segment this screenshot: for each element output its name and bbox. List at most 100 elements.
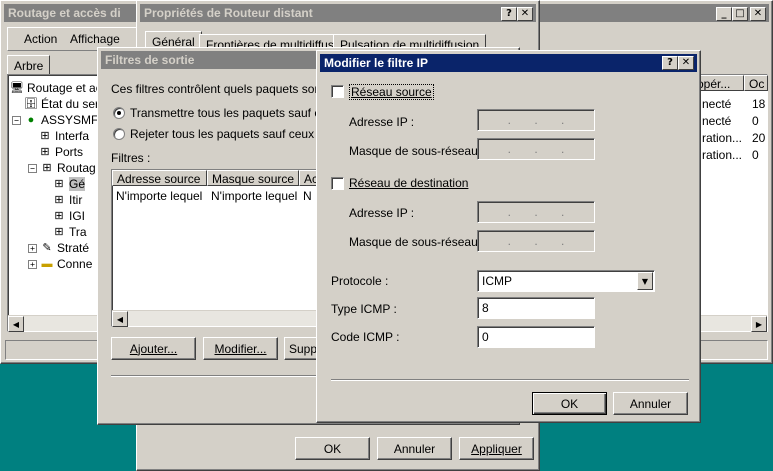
list-cell: ration...	[702, 148, 743, 162]
radio-reject[interactable]	[113, 128, 125, 140]
ip-filter-cancel-button[interactable]: Annuler	[613, 392, 688, 415]
source-mask-field[interactable]: ...	[477, 138, 595, 160]
delete-filter-button[interactable]: Suppr	[284, 337, 320, 360]
output-filters-title: Filtres de sortie	[105, 53, 195, 67]
col-header-source-address[interactable]: Adresse source	[112, 170, 207, 186]
icmp-type-label: Type ICMP :	[331, 302, 397, 316]
ip-filter-ok-button[interactable]: OK	[532, 392, 607, 415]
menu-view[interactable]: Affichage	[70, 32, 120, 46]
source-ip-field[interactable]: ...	[477, 109, 595, 131]
dest-network-label[interactable]: Réseau de destination	[349, 176, 468, 190]
icmp-type-input[interactable]: 8	[477, 297, 595, 319]
ip-filter-dialog: Modifier le filtre IP ? ✕ Réseau source …	[316, 50, 701, 423]
network-icon: ⊞	[54, 177, 64, 190]
add-filter-button[interactable]: Ajouter...	[111, 337, 196, 360]
list-cell: 20	[752, 131, 766, 145]
props-cancel-button[interactable]: Annuler	[377, 437, 452, 460]
dest-ip-field[interactable]: ...	[477, 201, 595, 223]
properties-window-controls: ? ✕	[501, 7, 533, 21]
main-window-controls: _ □ ✕	[716, 7, 766, 21]
icmp-code-label: Code ICMP :	[331, 330, 400, 344]
properties-titlebar: Propriétés de Routeur distant	[140, 4, 536, 22]
close-button[interactable]: ✕	[517, 7, 533, 21]
minimize-button[interactable]: _	[716, 7, 732, 21]
list-cell: 0	[752, 114, 759, 128]
chevron-down-icon[interactable]: ▼	[637, 272, 653, 290]
dest-mask-field[interactable]: ...	[477, 230, 595, 252]
source-network-checkbox[interactable]	[331, 85, 344, 98]
network-icon: ⊞	[40, 129, 50, 142]
tree-nat[interactable]: ⊞ Tra	[52, 225, 86, 239]
list-cell: 0	[752, 148, 759, 162]
dest-mask-label: Masque de sous-réseau :	[349, 235, 485, 249]
tree-itinerary[interactable]: ⊞ Itir	[52, 193, 82, 207]
scroll-left-icon[interactable]: ◀	[8, 316, 24, 332]
server-icon: 🗄	[24, 97, 38, 110]
help-button[interactable]: ?	[501, 7, 517, 21]
filters-description: Ces filtres contrôlent quels paquets son…	[111, 82, 345, 96]
ports-icon: ⊞	[40, 145, 50, 158]
expand-icon[interactable]: +	[28, 243, 37, 253]
tab-tree[interactable]: Arbre	[7, 55, 51, 75]
list-cell: necté	[702, 114, 732, 128]
list-hscrollbar[interactable]: ▶	[692, 315, 767, 332]
source-mask-label: Masque de sous-réseau :	[349, 144, 485, 158]
tree-server-status[interactable]: 🗄 État du ser	[24, 97, 99, 111]
scroll-right-icon[interactable]: ▶	[751, 316, 767, 332]
ip-filter-title: Modifier le filtre IP	[324, 56, 429, 70]
table-row[interactable]: N'importe lequel N'importe lequel N	[112, 188, 320, 205]
list-cell: ration...	[702, 131, 743, 145]
tree-general[interactable]: ⊞ Gé	[52, 177, 86, 191]
radio-forward[interactable]	[113, 107, 125, 119]
maximize-button[interactable]: □	[732, 7, 748, 21]
col-header-oc[interactable]: Oc	[744, 75, 768, 91]
network-icon: ⊞	[54, 209, 64, 222]
menu-action[interactable]: Action	[24, 32, 57, 46]
source-ip-label: Adresse IP :	[349, 115, 415, 129]
tree-connections[interactable]: + ▬ Conne	[28, 257, 92, 271]
radio-reject-label[interactable]: Rejeter tous les paquets sauf ceux qui r	[130, 127, 341, 141]
network-icon: ⊞	[54, 225, 64, 238]
tree-ports[interactable]: ⊞ Ports	[38, 145, 83, 159]
routing-icon: ⊞	[42, 161, 52, 174]
collapse-icon[interactable]: −	[28, 163, 37, 173]
close-button[interactable]: ✕	[750, 7, 766, 21]
tree-policies[interactable]: + ✎ Straté	[28, 241, 89, 255]
source-network-label[interactable]: Réseau source	[349, 84, 434, 100]
tree-interfaces[interactable]: ⊞ Interfa	[38, 129, 89, 143]
filters-list: Adresse source Masque source Ac N'import…	[111, 169, 321, 327]
props-ok-button[interactable]: OK	[295, 437, 370, 460]
tree-server[interactable]: − ● ASSYSMFV	[12, 113, 106, 127]
server-green-icon: ●	[27, 113, 35, 126]
list-cell: 18	[752, 97, 766, 111]
computer-icon: 🖥	[10, 81, 24, 94]
dest-network-checkbox[interactable]	[331, 177, 344, 190]
filters-hscrollbar[interactable]: ◀	[112, 310, 320, 327]
tree-igmp[interactable]: ⊞ IGI	[52, 209, 85, 223]
modify-filter-button[interactable]: Modifier...	[203, 337, 278, 360]
separator	[111, 375, 321, 377]
ip-filter-titlebar: Modifier le filtre IP	[320, 54, 697, 72]
dest-ip-label: Adresse IP :	[349, 206, 415, 220]
props-apply-button[interactable]: Appliquer	[459, 437, 534, 460]
main-title: Routage et accès di	[8, 6, 121, 20]
expand-icon[interactable]: +	[28, 259, 37, 269]
icmp-code-input[interactable]: 0	[477, 326, 595, 348]
help-button[interactable]: ?	[662, 56, 678, 70]
properties-title: Propriétés de Routeur distant	[144, 6, 313, 20]
radio-forward-label[interactable]: Transmettre tous les paquets sauf ceux	[130, 106, 340, 120]
network-icon: ⊞	[54, 193, 64, 206]
right-list-pane: opér... Oc necté 18 necté 0 ration... 20…	[691, 74, 768, 332]
scroll-left-icon[interactable]: ◀	[112, 311, 128, 327]
policy-icon: ✎	[42, 241, 52, 254]
ip-filter-window-controls: ? ✕	[662, 56, 694, 70]
col-header-source-mask[interactable]: Masque source	[207, 170, 299, 186]
collapse-icon[interactable]: −	[12, 115, 21, 125]
close-button[interactable]: ✕	[678, 56, 694, 70]
tree-routing[interactable]: − ⊞ Routag	[28, 161, 96, 175]
protocol-label: Protocole :	[331, 274, 389, 288]
filters-label: Filtres :	[111, 151, 151, 165]
separator	[331, 379, 689, 381]
protocol-select[interactable]: ICMP ▼	[477, 270, 655, 292]
list-cell: necté	[702, 97, 732, 111]
